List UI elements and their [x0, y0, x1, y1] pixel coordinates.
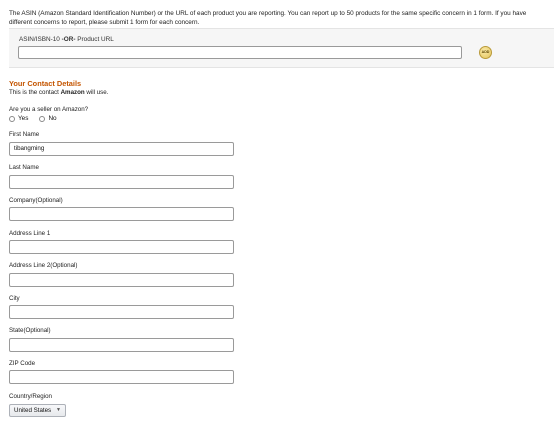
address-line-2-label: Address Line 2(Optional) [9, 262, 78, 269]
first-name-input[interactable]: tibangming [9, 142, 234, 156]
contact-details-heading: Your Contact Details [9, 79, 82, 88]
state-label: State(Optional) [9, 327, 51, 334]
asin-field-label: ASIN/ISBN-10 -OR- Product URL [19, 36, 114, 43]
seller-question: Are you a seller on Amazon? [9, 106, 89, 113]
address-line-1-label: Address Line 1 [9, 230, 51, 237]
first-name-label: First Name [9, 131, 40, 138]
company-input[interactable] [9, 207, 234, 221]
asin-label-prefix: ASIN/ISBN-10 [19, 36, 62, 43]
city-input[interactable] [9, 305, 234, 319]
seller-no-radio[interactable] [39, 115, 46, 122]
add-product-button[interactable]: ADD [479, 46, 492, 59]
city-label: City [9, 295, 20, 302]
country-region-value: United States [14, 407, 52, 414]
address-line-1-input[interactable] [9, 240, 234, 254]
asin-section: ASIN/ISBN-10 -OR- Product URL ADD [9, 28, 554, 68]
country-region-label: Country/Region [9, 393, 52, 400]
contact-sub-prefix: This is the contact [9, 89, 61, 96]
chevron-down-icon: ▼ [56, 407, 61, 413]
contact-details-subtitle: This is the contact Amazon will use. [9, 89, 108, 96]
contact-sub-brand: Amazon [60, 89, 85, 96]
last-name-input[interactable] [9, 175, 234, 189]
country-region-select[interactable]: United States ▼ [9, 404, 66, 417]
seller-radio-group: Yes No [9, 115, 65, 122]
contact-sub-suffix: will use. [84, 89, 109, 96]
seller-yes-label[interactable]: Yes [18, 115, 28, 122]
asin-label-suffix: Product URL [75, 36, 114, 43]
zip-code-label: ZIP Code [9, 360, 36, 367]
asin-label-or: -OR- [61, 36, 76, 43]
asin-url-input[interactable] [18, 46, 462, 59]
last-name-label: Last Name [9, 164, 39, 171]
seller-no-label[interactable]: No [48, 115, 56, 122]
seller-yes-radio[interactable] [9, 115, 15, 122]
asin-instructions: The ASIN (Amazon Standard Identification… [9, 10, 527, 26]
address-line-2-input[interactable] [9, 273, 234, 287]
zip-code-input[interactable] [9, 370, 234, 384]
state-input[interactable] [9, 338, 234, 352]
company-label: Company(Optional) [9, 197, 63, 204]
